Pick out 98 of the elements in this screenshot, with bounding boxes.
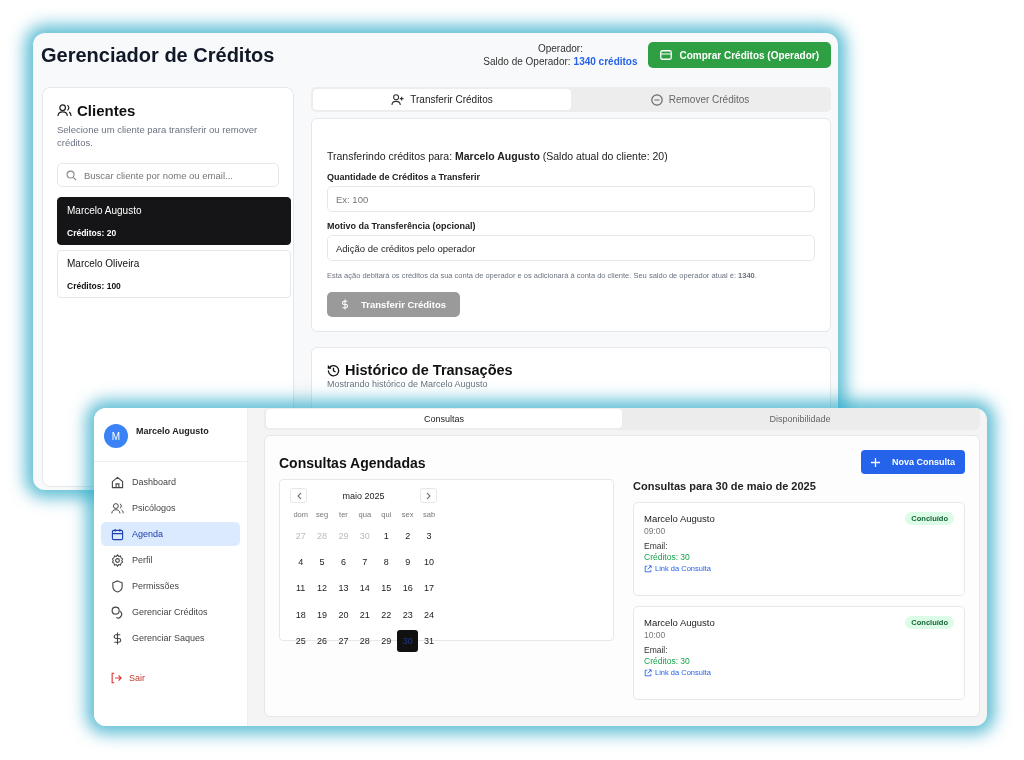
nav-item[interactable]: Permissões <box>101 574 240 598</box>
user-plus-icon <box>391 93 405 106</box>
calendar-day[interactable]: 17 <box>418 577 440 600</box>
tab[interactable]: Consultas <box>266 409 622 428</box>
nav-item[interactable]: Perfil <box>101 548 240 572</box>
client-search-field[interactable]: Buscar cliente por nome ou email... <box>57 163 279 187</box>
calendar-day[interactable]: 25 <box>290 629 312 652</box>
appointment-time: 10:00 <box>644 630 667 640</box>
calendar-day[interactable]: 28 <box>354 629 376 652</box>
coins-icon <box>111 605 124 619</box>
chevron-left-icon <box>295 491 302 500</box>
input-field[interactable]: Adição de créditos pelo operador <box>327 235 815 261</box>
balance-value: 1340 créditos <box>573 56 638 67</box>
client-name: Marcelo Oliveira <box>67 258 141 269</box>
calendar-day[interactable]: 22 <box>375 603 397 626</box>
calendar-day[interactable]: 31 <box>418 629 440 652</box>
calendar-day[interactable]: 9 <box>396 551 419 574</box>
calendar-day[interactable]: 3 <box>418 525 440 548</box>
operator-label: Operador: <box>537 43 583 54</box>
client-credits: Créditos: 20 <box>67 228 118 238</box>
transfer-heading: Transferindo créditos para: Marcelo Augusto (Saldo atual do cliente: 20) <box>327 150 669 162</box>
calendar-day[interactable]: 23 <box>396 603 419 626</box>
client-name: Marcelo Augusto <box>67 205 143 216</box>
field-label: Quantidade de Créditos a Transferir <box>327 172 482 182</box>
client-item[interactable]: Marcelo Oliveira Créditos: 100 <box>57 250 291 298</box>
calendar-day[interactable]: 1 <box>375 525 397 548</box>
calendar-day[interactable]: 18 <box>290 603 312 626</box>
nav-item[interactable]: Psicólogos <box>101 496 240 520</box>
tab[interactable]: Remover Créditos <box>571 89 829 110</box>
email-label: Email: <box>644 645 669 655</box>
section-title: Consultas Agendadas <box>279 455 427 471</box>
calendar-day[interactable]: 5 <box>311 551 333 574</box>
shield-icon <box>111 579 124 593</box>
users-icon <box>57 104 72 117</box>
calendar-day[interactable]: 26 <box>311 629 333 652</box>
calendar-day[interactable]: 24 <box>418 603 440 626</box>
calendar-day[interactable]: 20 <box>332 603 355 626</box>
field-label: Motivo da Transferência (opcional) <box>327 221 477 231</box>
nav-item[interactable]: Agenda <box>101 522 240 546</box>
page-title: Gerenciador de Créditos <box>41 43 275 67</box>
nav-item[interactable]: Dashboard <box>101 470 240 494</box>
settings-icon <box>111 553 124 567</box>
patient-name: Marcelo Augusto <box>644 617 715 628</box>
calendar-day[interactable]: 11 <box>290 577 312 600</box>
calendar-day[interactable]: 16 <box>396 577 419 600</box>
day-title: Consultas para 30 de maio de 2025 <box>633 480 817 492</box>
month-label: maio 2025 <box>342 490 385 501</box>
users-icon <box>111 501 124 515</box>
tab[interactable]: Disponibilidade <box>622 409 978 428</box>
chevron-right-icon <box>425 491 432 500</box>
appointment-credits: Créditos: 30 <box>644 552 691 562</box>
tab[interactable]: Transferir Créditos <box>313 89 571 110</box>
calendar-day[interactable]: 4 <box>290 551 312 574</box>
calendar-day[interactable]: 7 <box>354 551 376 574</box>
history-subtitle: Mostrando histórico de Marcelo Augusto <box>327 379 489 389</box>
calendar-day[interactable]: 21 <box>354 603 376 626</box>
nav-item[interactable]: Gerenciar Saques <box>101 626 240 650</box>
calendar-day[interactable]: 12 <box>311 577 333 600</box>
calendar-day[interactable]: 15 <box>375 577 397 600</box>
logout-icon <box>110 672 122 684</box>
calendar-day[interactable]: 2 <box>396 525 419 548</box>
avatar: M <box>104 424 128 448</box>
user-name: Marcelo Augusto <box>136 426 209 436</box>
clients-subtitle: Selecione um cliente para transferir ou remover créditos. <box>57 123 259 149</box>
client-item[interactable]: Marcelo Augusto Créditos: 20 <box>57 197 291 245</box>
logout-link[interactable]: Sair <box>94 658 247 698</box>
calendar-day[interactable]: 10 <box>418 551 440 574</box>
patient-name: Marcelo Augusto <box>644 513 715 524</box>
balance-label: Saldo de Operador: <box>483 56 571 67</box>
search-icon <box>66 169 77 181</box>
history-icon <box>327 363 340 377</box>
nav-item[interactable]: Gerenciar Créditos <box>101 600 240 624</box>
history-title: Histórico de Transações <box>345 362 513 378</box>
appointment-time: 09:00 <box>644 526 667 536</box>
client-credits: Créditos: 100 <box>67 281 122 291</box>
external-link-icon <box>644 564 652 573</box>
calendar-day[interactable]: 6 <box>332 551 355 574</box>
calendar-day[interactable]: 29 <box>375 629 397 652</box>
minus-circle-icon <box>650 93 663 106</box>
calendar-day[interactable]: 14 <box>354 577 376 600</box>
plus-icon <box>871 457 880 467</box>
previous-month-button[interactable] <box>290 488 307 503</box>
dollar-icon <box>111 631 124 645</box>
card-icon <box>659 50 672 60</box>
clients-title: Clientes <box>77 102 136 119</box>
email-label: Email: <box>644 541 669 551</box>
new-appointment-button[interactable]: Nova Consulta <box>861 450 965 474</box>
next-month-button[interactable] <box>420 488 437 503</box>
calendar-day[interactable]: 27 <box>332 629 355 652</box>
home-icon <box>111 475 124 489</box>
calendar-day[interactable]: 13 <box>332 577 355 600</box>
appointment-credits: Créditos: 30 <box>644 656 691 666</box>
calendar-day[interactable]: 19 <box>311 603 333 626</box>
input-field[interactable]: Ex: 100 <box>327 186 815 212</box>
calendar-day[interactable]: 8 <box>375 551 397 574</box>
dollar-icon <box>341 299 349 310</box>
external-link-icon <box>644 668 652 677</box>
calendar-icon <box>111 527 124 541</box>
